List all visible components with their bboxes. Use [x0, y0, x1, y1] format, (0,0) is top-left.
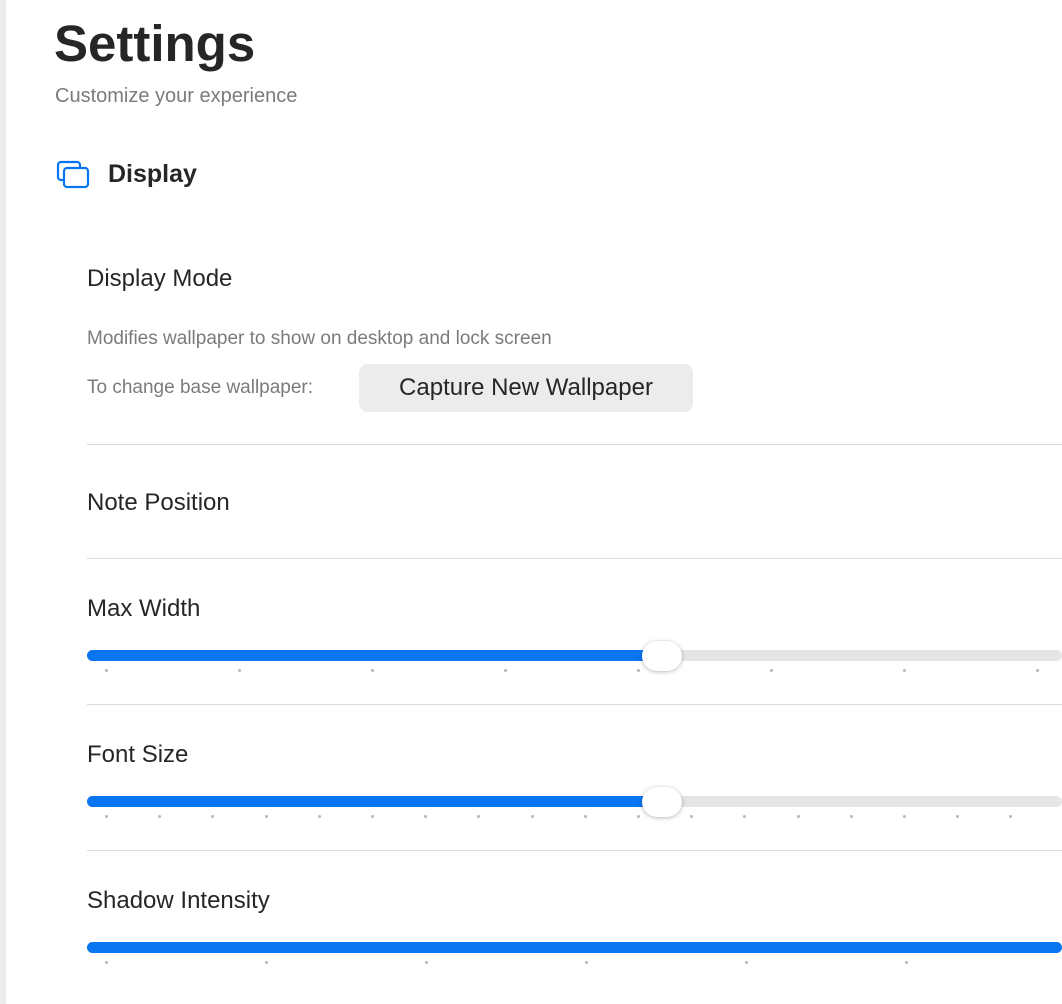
font-size-label: Font Size	[87, 741, 189, 768]
slider-tick	[238, 669, 241, 672]
slider-tick	[903, 815, 906, 818]
slider-tick	[371, 669, 374, 672]
shadow-intensity-slider[interactable]	[87, 933, 1062, 964]
divider	[87, 850, 1062, 851]
slider-tick	[637, 815, 640, 818]
slider-tick	[105, 815, 108, 818]
slider-tick	[265, 815, 268, 818]
slider-tick	[1009, 815, 1012, 818]
slider-tick	[585, 961, 588, 964]
slider-tick	[425, 961, 428, 964]
slider-tick	[371, 815, 374, 818]
slider-tick	[903, 669, 906, 672]
page-title: Settings	[54, 15, 256, 72]
slider-tick	[956, 815, 959, 818]
display-mode-label: Display Mode	[87, 265, 233, 292]
slider-fill	[87, 650, 662, 661]
slider-tick	[158, 815, 161, 818]
font-size-slider[interactable]	[87, 787, 1062, 818]
slider-fill	[87, 942, 1062, 953]
slider-tick	[424, 815, 427, 818]
slider-tick	[211, 815, 214, 818]
slider-tick	[743, 815, 746, 818]
display-mode-description: Modifies wallpaper to show on desktop an…	[87, 328, 552, 349]
page-subtitle: Customize your experience	[55, 85, 298, 107]
divider	[87, 704, 1062, 705]
slider-tick	[105, 961, 108, 964]
max-width-slider[interactable]	[87, 641, 1062, 672]
slider-thumb[interactable]	[642, 787, 682, 817]
slider-tick	[770, 669, 773, 672]
slider-tick	[797, 815, 800, 818]
slider-tick	[637, 669, 640, 672]
slider-thumb[interactable]	[642, 641, 682, 671]
slider-tick	[531, 815, 534, 818]
slider-tick	[745, 961, 748, 964]
divider	[87, 558, 1062, 559]
slider-tick	[850, 815, 853, 818]
display-windows-icon	[56, 160, 90, 189]
divider	[87, 444, 1062, 445]
slider-tick	[584, 815, 587, 818]
section-header-display: Display	[56, 159, 197, 189]
slider-tick	[690, 815, 693, 818]
slider-tick	[1036, 669, 1039, 672]
window-left-edge	[0, 0, 6, 1004]
section-title: Display	[108, 159, 197, 188]
change-wallpaper-label: To change base wallpaper:	[87, 377, 314, 398]
slider-tick	[105, 669, 108, 672]
shadow-intensity-label: Shadow Intensity	[87, 887, 270, 914]
slider-tick	[477, 815, 480, 818]
slider-tick	[504, 669, 507, 672]
slider-tick	[905, 961, 908, 964]
slider-fill	[87, 796, 662, 807]
note-position-label: Note Position	[87, 489, 230, 516]
max-width-label: Max Width	[87, 595, 201, 622]
capture-new-wallpaper-button[interactable]: Capture New Wallpaper	[359, 364, 693, 412]
slider-tick	[265, 961, 268, 964]
slider-tick	[318, 815, 321, 818]
